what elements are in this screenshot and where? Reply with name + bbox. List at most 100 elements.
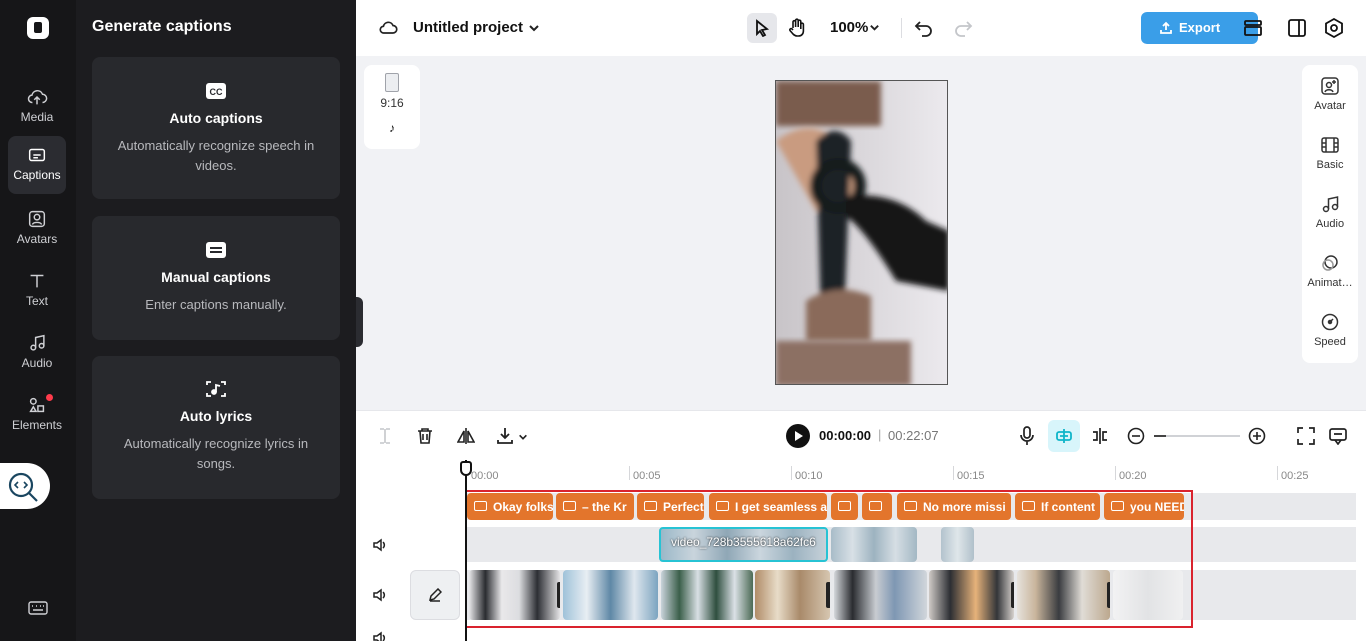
speedometer-icon: [1321, 313, 1339, 331]
text-icon: [30, 274, 44, 288]
tiktok-icon: ♪: [389, 121, 395, 135]
right-rail-label: Animat…: [1307, 277, 1353, 289]
right-rail: Avatar Basic Audio Animat… Speed: [1302, 65, 1358, 363]
avatar-add-icon: [1321, 77, 1339, 95]
pencil-icon: [428, 588, 442, 602]
right-rail-audio[interactable]: Audio: [1302, 195, 1358, 230]
rail-label: Text: [25, 294, 48, 308]
export-label: Export: [1179, 20, 1221, 35]
rail-label: Captions: [13, 168, 61, 182]
right-rail-label: Speed: [1314, 336, 1346, 348]
split-layout-icon[interactable]: [1288, 19, 1306, 37]
music-note-icon: [30, 334, 45, 351]
left-rail: Media Captions Avatars Text Audio Elemen…: [0, 0, 76, 641]
film-icon: [1321, 137, 1339, 153]
right-rail-label: Basic: [1316, 159, 1344, 171]
right-rail-animation[interactable]: Animat…: [1302, 254, 1358, 289]
magnet-icon: [1056, 429, 1072, 443]
project-title[interactable]: Untitled project: [413, 19, 523, 36]
ruler-label: 00:20: [1119, 470, 1147, 482]
comment-icon[interactable]: [1329, 427, 1347, 445]
chevron-down-icon[interactable]: [869, 22, 880, 33]
current-time: 00:00:00: [819, 428, 872, 443]
ruler-label: 00:05: [633, 470, 661, 482]
volume-icon[interactable]: [372, 537, 388, 553]
ruler-tick: [791, 466, 792, 480]
volume-icon[interactable]: [372, 630, 388, 641]
select-tool-button[interactable]: [747, 13, 777, 43]
card-description: Automatically recognize lyrics in songs.: [123, 436, 309, 471]
rail-label: Media: [20, 110, 54, 124]
hand-tool-button[interactable]: [782, 13, 812, 43]
export-button[interactable]: Export: [1141, 12, 1258, 44]
chevron-down-icon[interactable]: [528, 22, 540, 34]
panel-collapse-handle[interactable]: [356, 297, 363, 347]
auto-captions-card[interactable]: CC Auto captions Automatically recognize…: [92, 57, 340, 199]
app-logo-icon[interactable]: [27, 17, 49, 39]
timeline-zoom-slider[interactable]: [1154, 435, 1240, 437]
assistant-search-button[interactable]: [0, 463, 50, 509]
manual-captions-card[interactable]: Manual captions Enter captions manually.: [92, 216, 340, 340]
music-note-icon: [1322, 196, 1339, 213]
fullscreen-icon[interactable]: [1297, 427, 1315, 445]
redo-icon[interactable]: [953, 18, 973, 38]
panel-title: Generate captions: [92, 18, 232, 35]
rail-item-elements[interactable]: Elements: [8, 386, 66, 444]
card-title: Auto captions: [169, 110, 263, 126]
aspect-ratio-card[interactable]: 9:16 ♪: [364, 65, 420, 149]
avatar-icon: [28, 210, 46, 228]
rail-item-captions[interactable]: Captions: [8, 136, 66, 194]
rail-label: Avatars: [16, 232, 58, 246]
zoom-out-icon[interactable]: [1127, 427, 1145, 445]
edit-cover-button[interactable]: [410, 570, 460, 620]
volume-icon[interactable]: [372, 587, 388, 603]
download-icon[interactable]: [496, 427, 514, 445]
link-clips-icon[interactable]: [1091, 427, 1109, 445]
timeline[interactable]: 00:00 00:05 00:10 00:15 00:20 00:25 Okay…: [356, 460, 1366, 641]
svg-text:CC: CC: [210, 87, 223, 97]
video-preview[interactable]: [775, 80, 948, 385]
cloud-save-icon[interactable]: [378, 18, 398, 38]
divider: [901, 18, 902, 38]
rail-item-text[interactable]: Text: [8, 262, 66, 320]
keyboard-icon[interactable]: [28, 600, 48, 616]
microphone-icon[interactable]: [1019, 426, 1035, 446]
rail-label: Audio: [21, 356, 53, 370]
right-rail-speed[interactable]: Speed: [1302, 313, 1358, 348]
ruler-label: 00:00: [471, 470, 499, 482]
timeline-toolbar: 00:00:00 | 00:22:07: [356, 410, 1366, 460]
right-rail-basic[interactable]: Basic: [1302, 136, 1358, 171]
elements-icon: [29, 397, 45, 413]
ruler-label: 00:10: [795, 470, 823, 482]
top-bar: Untitled project 100% Export: [356, 0, 1366, 56]
right-rail-label: Audio: [1315, 218, 1345, 230]
mirror-icon[interactable]: [457, 427, 475, 445]
zoom-level[interactable]: 100%: [830, 19, 868, 36]
card-description: Automatically recognize speech in videos…: [117, 138, 315, 173]
playhead-handle[interactable]: [460, 461, 472, 476]
ruler-tick: [629, 466, 630, 480]
right-rail-label: Avatar: [1314, 100, 1346, 112]
rail-item-media[interactable]: Media: [8, 78, 66, 136]
split-icon[interactable]: [378, 428, 392, 444]
zoom-in-icon[interactable]: [1248, 427, 1266, 445]
ruler-tick: [1115, 466, 1116, 480]
playhead[interactable]: [465, 460, 467, 641]
undo-icon[interactable]: [914, 18, 934, 38]
rail-label: Elements: [11, 418, 63, 432]
layers-icon[interactable]: [1243, 19, 1263, 37]
rail-item-avatars[interactable]: Avatars: [8, 200, 66, 258]
delete-icon[interactable]: [417, 427, 433, 445]
snap-toggle[interactable]: [1048, 420, 1080, 452]
lyrics-scan-icon: [206, 381, 226, 397]
animation-icon: [1322, 255, 1338, 271]
settings-icon[interactable]: [1324, 18, 1344, 38]
auto-lyrics-card[interactable]: Auto lyrics Automatically recognize lyri…: [92, 356, 340, 499]
right-rail-avatar[interactable]: Avatar: [1302, 77, 1358, 112]
cursor-icon: [756, 19, 770, 37]
upload-icon: [1160, 21, 1172, 34]
chevron-down-icon[interactable]: [518, 432, 528, 442]
rail-item-audio[interactable]: Audio: [8, 324, 66, 382]
ruler-tick: [1277, 466, 1278, 480]
play-button[interactable]: [786, 424, 810, 448]
